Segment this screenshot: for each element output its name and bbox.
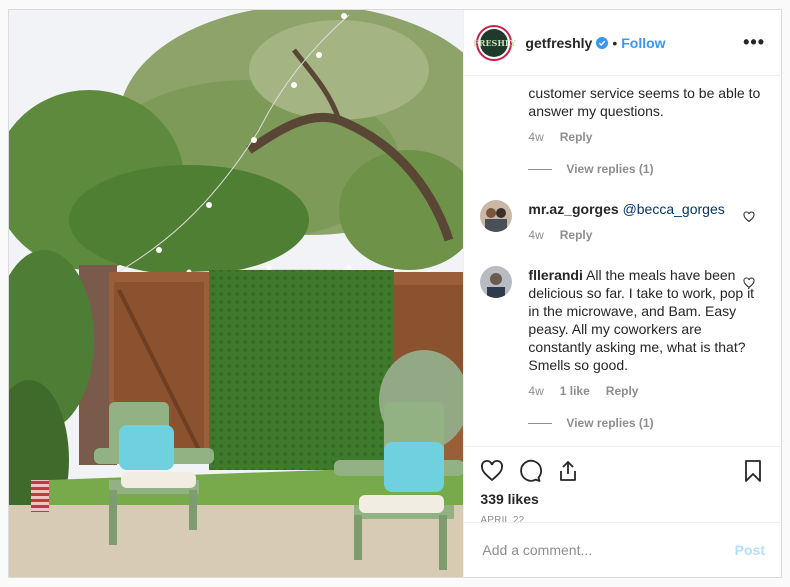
reply-button[interactable]: Reply xyxy=(606,384,639,398)
comment-time[interactable]: 4w xyxy=(528,228,543,242)
post-header: FRESHLY getfreshly • Follow ••• xyxy=(464,10,781,76)
post-photo[interactable] xyxy=(9,10,464,577)
avatar-logo: FRESHLY xyxy=(473,28,516,57)
view-replies-label: View replies (1) xyxy=(566,162,654,176)
comment-input[interactable] xyxy=(480,541,735,559)
post-comment-button[interactable]: Post xyxy=(735,542,765,558)
replies-line xyxy=(528,422,553,424)
view-replies-button[interactable]: View replies (1) xyxy=(528,162,765,176)
comment-time[interactable]: 4w xyxy=(528,130,543,144)
profile-avatar[interactable]: FRESHLY xyxy=(473,24,516,61)
comment-bubble-icon[interactable] xyxy=(518,459,543,483)
follow-button[interactable]: Follow xyxy=(621,35,665,51)
verified-badge-icon xyxy=(596,36,609,49)
comment-item: mr.az_gorges @becca_gorges 4w Reply xyxy=(480,200,765,242)
reply-button[interactable]: Reply xyxy=(560,130,593,144)
action-icons xyxy=(480,451,765,491)
comment-username[interactable]: mr.az_gorges xyxy=(528,201,618,217)
post-side-panel: FRESHLY getfreshly • Follow ••• customer… xyxy=(463,10,781,577)
instagram-post: FRESHLY getfreshly • Follow ••• customer… xyxy=(8,9,782,578)
more-options-icon[interactable]: ••• xyxy=(743,32,765,53)
comment-item: customer service seems to be able to ans… xyxy=(480,84,765,176)
replies-line xyxy=(528,168,553,170)
comment-mention[interactable]: @becca_gorges xyxy=(623,201,725,217)
like-comment-icon[interactable] xyxy=(743,277,755,289)
comment-time[interactable]: 4w xyxy=(528,384,543,398)
like-heart-icon[interactable] xyxy=(480,459,504,483)
comments-list[interactable]: customer service seems to be able to ans… xyxy=(464,76,781,446)
post-actions: 339 likes APRIL 22 xyxy=(464,446,781,526)
comment-item: fllerandi All the meals have been delici… xyxy=(480,266,765,430)
backyard-photo xyxy=(9,10,464,577)
comment-text: customer service seems to be able to ans… xyxy=(528,85,761,119)
reply-button[interactable]: Reply xyxy=(560,228,593,242)
like-comment-icon[interactable] xyxy=(743,211,755,223)
comment-username[interactable]: fllerandi xyxy=(528,267,582,283)
bookmark-icon[interactable] xyxy=(741,459,765,483)
view-replies-label: View replies (1) xyxy=(566,416,654,430)
commenter-avatar[interactable] xyxy=(480,200,513,232)
view-replies-button[interactable]: View replies (1) xyxy=(528,416,765,430)
like-count[interactable]: 339 likes xyxy=(480,491,765,507)
commenter-avatar[interactable] xyxy=(480,266,513,298)
username-link[interactable]: getfreshly xyxy=(525,35,592,51)
separator-dot: • xyxy=(612,34,618,51)
comment-likes[interactable]: 1 like xyxy=(560,384,590,398)
share-icon[interactable] xyxy=(556,459,580,483)
add-comment-bar: Post xyxy=(464,522,781,577)
